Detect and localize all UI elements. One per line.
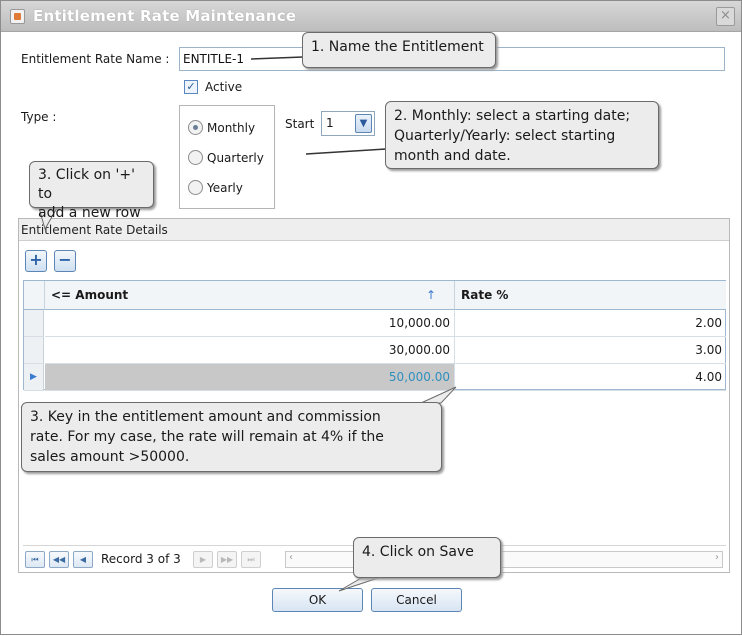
cell-amount[interactable]: 30,000.00 xyxy=(45,337,455,364)
window-title: Entitlement Rate Maintenance xyxy=(33,7,297,25)
add-row-button[interactable]: + xyxy=(25,250,47,272)
callout-text: 3. Click on '+' to xyxy=(38,167,135,202)
horizontal-scrollbar[interactable]: ‹ › xyxy=(285,551,723,568)
start-label: Start xyxy=(285,117,315,131)
title-bar[interactable]: Entitlement Rate Maintenance × xyxy=(1,1,741,32)
ok-button[interactable]: OK xyxy=(272,588,363,612)
prev-record-icon[interactable]: ◀ xyxy=(73,551,93,568)
start-select[interactable]: 1 ▼ xyxy=(321,111,375,136)
callout-text: rate. For my case, the rate will remain … xyxy=(30,429,384,445)
row-header[interactable] xyxy=(24,337,44,364)
callout-text: 3. Key in the entitlement amount and com… xyxy=(30,409,381,425)
remove-row-button[interactable]: − xyxy=(54,250,76,272)
scroll-right-icon[interactable]: › xyxy=(715,552,719,563)
callout-text: sales amount >50000. xyxy=(30,449,190,465)
column-header-label: <= Amount xyxy=(51,288,129,302)
rate-grid: <= Amount ↑ Rate % 10,000.00 2.00 30,000… xyxy=(23,280,726,391)
cell-amount[interactable]: 10,000.00 xyxy=(45,310,455,337)
cell-rate[interactable]: 3.00 xyxy=(455,337,726,364)
active-label: Active xyxy=(205,80,243,94)
callout-name: 1. Name the Entitlement xyxy=(302,32,496,68)
radio-quarterly[interactable] xyxy=(188,150,203,165)
cell-amount-selected[interactable]: 50,000.00 xyxy=(45,364,455,391)
radio-yearly-label: Yearly xyxy=(207,181,243,195)
callout-text: month and date. xyxy=(394,148,511,164)
callout-text: Quarterly/Yearly: select starting xyxy=(394,128,616,144)
sort-asc-icon: ↑ xyxy=(425,288,436,302)
active-checkbox[interactable]: ✓ xyxy=(184,80,198,94)
radio-quarterly-label: Quarterly xyxy=(207,151,264,165)
next-page-icon[interactable]: ▶▶ xyxy=(217,551,237,568)
column-header-label: Rate % xyxy=(461,288,509,302)
record-counter: Record 3 of 3 xyxy=(101,552,181,566)
name-label: Entitlement Rate Name : xyxy=(21,52,170,66)
last-record-icon[interactable]: ⏭ xyxy=(241,551,261,568)
grid-corner xyxy=(24,281,45,310)
radio-monthly[interactable] xyxy=(188,120,203,135)
current-row-indicator-icon[interactable]: ▶ xyxy=(24,364,44,391)
cell-rate[interactable]: 4.00 xyxy=(455,364,726,391)
chevron-down-icon[interactable]: ▼ xyxy=(355,114,372,133)
rate-details-panel: Entitlement Rate Details + − <= Amount ↑… xyxy=(18,218,730,573)
prev-page-icon[interactable]: ◀◀ xyxy=(49,551,69,568)
callout-text: 2. Monthly: select a starting date; xyxy=(394,108,631,124)
radio-yearly[interactable] xyxy=(188,180,203,195)
type-radio-group: Monthly Quarterly Yearly xyxy=(179,105,275,209)
callout-text: add a new row xyxy=(38,205,141,221)
minus-icon: − xyxy=(58,250,72,269)
next-record-icon[interactable]: ▶ xyxy=(193,551,213,568)
callout-text: 1. Name the Entitlement xyxy=(311,39,484,55)
cancel-button[interactable]: Cancel xyxy=(371,588,462,612)
callout-key-in: 3. Key in the entitlement amount and com… xyxy=(21,402,442,472)
callout-type: 2. Monthly: select a starting date; Quar… xyxy=(385,101,659,169)
callout-save: 4. Click on Save xyxy=(353,537,501,578)
column-header-amount[interactable]: <= Amount ↑ xyxy=(45,281,455,310)
column-header-rate[interactable]: Rate % xyxy=(455,281,726,310)
radio-monthly-label: Monthly xyxy=(207,121,256,135)
callout-add-row: 3. Click on '+' to add a new row xyxy=(29,161,154,221)
start-value: 1 xyxy=(326,116,334,130)
scroll-left-icon[interactable]: ‹ xyxy=(289,552,293,563)
plus-icon: + xyxy=(29,250,43,269)
callout-text: 4. Click on Save xyxy=(362,544,474,560)
dialog-window: Entitlement Rate Maintenance × Entitleme… xyxy=(0,0,742,635)
first-record-icon[interactable]: ⏮ xyxy=(25,551,45,568)
row-header[interactable] xyxy=(24,310,44,337)
app-icon xyxy=(10,9,25,24)
close-button[interactable]: × xyxy=(716,7,735,26)
panel-title: Entitlement Rate Details xyxy=(21,223,168,237)
cell-rate[interactable]: 2.00 xyxy=(455,310,726,337)
type-label: Type : xyxy=(21,110,57,124)
